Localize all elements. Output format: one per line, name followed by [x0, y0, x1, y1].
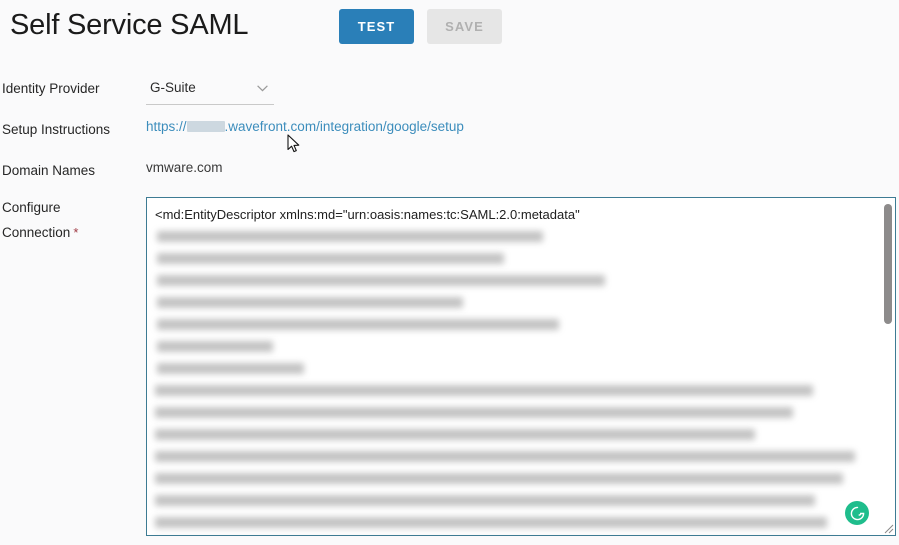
page-root: Self Service SAML TEST SAVE Identity Pro… — [0, 0, 899, 545]
metadata-redacted-line — [155, 490, 873, 512]
setup-instructions-link[interactable]: https:// .wavefront.com/integration/googl… — [146, 119, 464, 134]
identity-provider-select[interactable]: G-Suite — [146, 77, 274, 105]
link-prefix: https:// — [146, 119, 187, 134]
chevron-down-icon — [257, 85, 268, 92]
setup-instructions-label: Setup Instructions — [2, 122, 111, 137]
redacted-tenant-name — [186, 121, 225, 132]
metadata-redacted-line — [155, 512, 873, 534]
field-row-domain-names: Domain Names vmware.com — [0, 159, 899, 193]
domain-names-label: Domain Names — [2, 163, 96, 178]
metadata-redacted-line — [155, 446, 873, 468]
metadata-redacted-line — [155, 468, 873, 490]
required-asterisk: * — [73, 225, 79, 240]
metadata-redacted-line — [155, 226, 873, 248]
saml-metadata-content[interactable]: <md:EntityDescriptor xmlns:md="urn:oasis… — [147, 198, 881, 535]
metadata-redacted-line — [155, 270, 873, 292]
metadata-redacted-line — [155, 424, 873, 446]
metadata-redacted-line — [155, 248, 873, 270]
metadata-redacted-line — [155, 336, 873, 358]
metadata-redacted-line — [155, 292, 873, 314]
metadata-redacted-line — [155, 402, 873, 424]
identity-provider-label: Identity Provider — [2, 81, 100, 96]
configure-connection-label-line1: Configure — [2, 200, 61, 215]
metadata-first-line: <md:EntityDescriptor xmlns:md="urn:oasis… — [155, 207, 580, 222]
page-header: Self Service SAML TEST SAVE — [0, 0, 899, 56]
metadata-redacted-lines — [155, 226, 873, 535]
field-row-setup-instructions: Setup Instructions https:// .wavefront.co… — [0, 118, 899, 158]
resize-grip-icon[interactable] — [881, 521, 894, 534]
field-row-identity-provider: Identity Provider G-Suite — [0, 77, 899, 117]
metadata-redacted-line — [155, 380, 873, 402]
save-button[interactable]: SAVE — [427, 9, 502, 44]
metadata-redacted-line — [155, 358, 873, 380]
configure-connection-label-line2: Connection — [2, 225, 71, 240]
saml-metadata-textarea[interactable]: <md:EntityDescriptor xmlns:md="urn:oasis… — [146, 197, 896, 536]
header-action-buttons: TEST SAVE — [339, 9, 502, 44]
metadata-redacted-line — [155, 534, 873, 535]
metadata-redacted-line — [155, 314, 873, 336]
domain-names-value: vmware.com — [146, 160, 223, 175]
link-suffix: .wavefront.com/integration/google/setup — [224, 119, 464, 134]
test-button[interactable]: TEST — [339, 9, 414, 44]
identity-provider-selected-value: G-Suite — [150, 80, 196, 95]
page-title: Self Service SAML — [10, 9, 249, 41]
configure-connection-label-line2-wrap: Connection * — [2, 225, 78, 240]
grammarly-icon[interactable] — [845, 501, 869, 525]
textarea-scrollbar[interactable] — [881, 198, 895, 535]
textarea-scrollbar-thumb[interactable] — [884, 204, 892, 324]
